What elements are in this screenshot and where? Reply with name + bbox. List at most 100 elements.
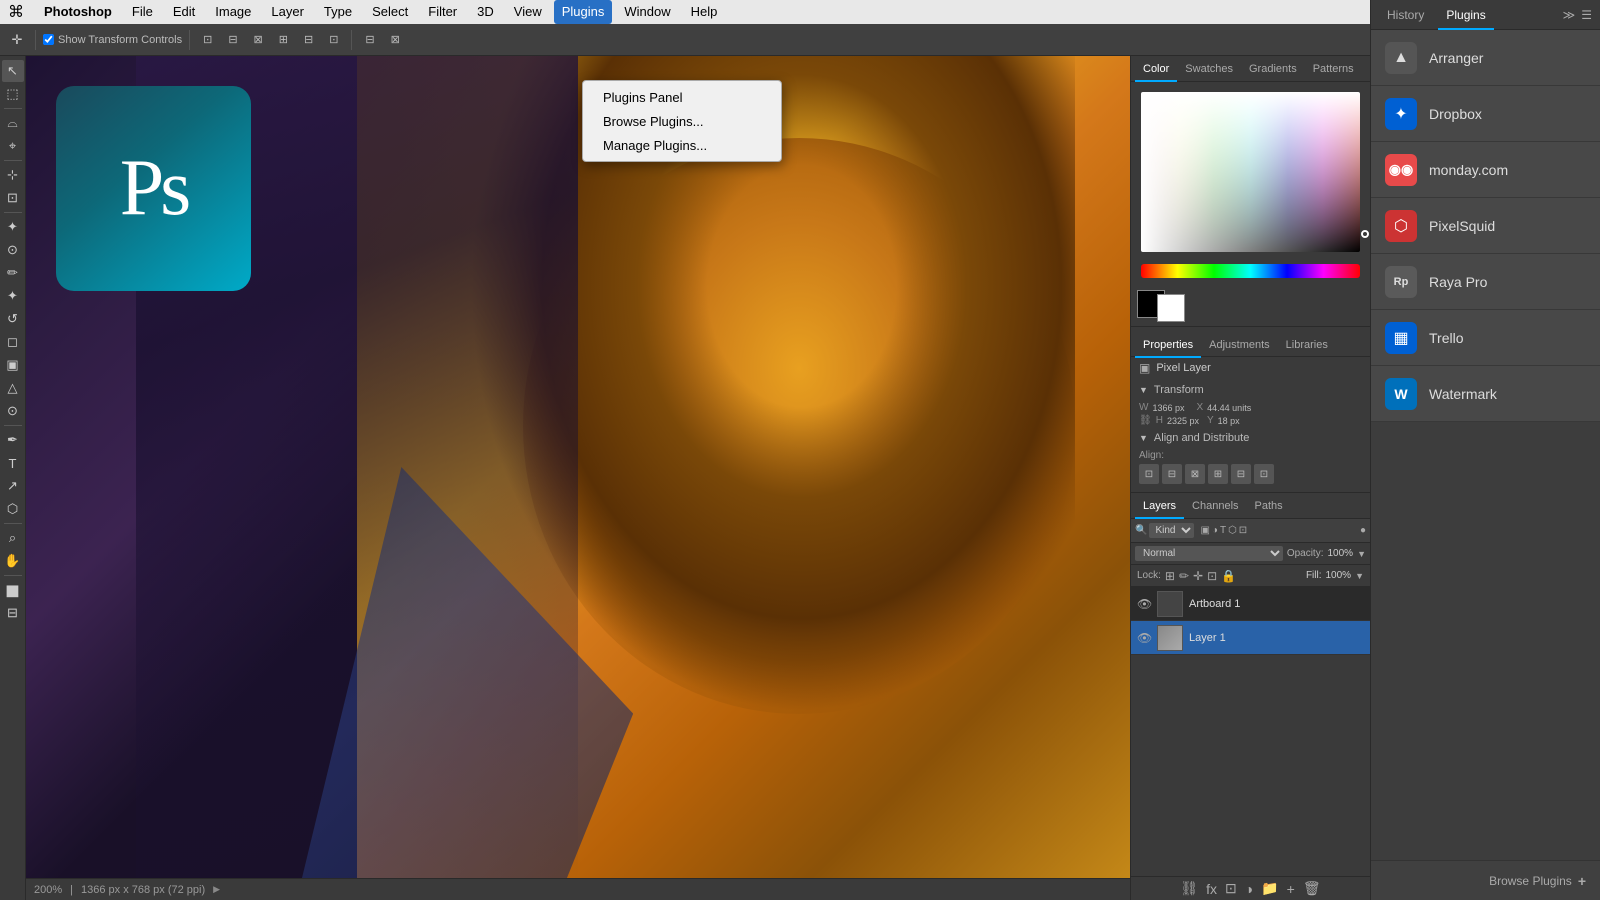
tab-channels[interactable]: Channels (1184, 493, 1246, 519)
tab-properties[interactable]: Properties (1135, 332, 1201, 358)
align-center-h[interactable]: ⊟ (222, 31, 243, 48)
tool-eyedropper[interactable]: ✦ (2, 216, 24, 238)
layer1-visibility[interactable]: 👁 (1137, 631, 1151, 645)
plugin-arranger[interactable]: ▲ Arranger (1371, 30, 1600, 86)
menu-photoshop[interactable]: Photoshop (36, 0, 120, 24)
menu-filter[interactable]: Filter (420, 0, 465, 24)
panel-menu-icon[interactable]: ☰ (1581, 8, 1592, 22)
fill-value[interactable]: 100% (1326, 570, 1352, 581)
align-top-btn[interactable]: ⊞ (1208, 464, 1228, 484)
tab-swatches[interactable]: Swatches (1177, 56, 1241, 82)
dropdown-manage-plugins[interactable]: Manage Plugins... (583, 133, 781, 157)
distribute-v[interactable]: ⊠ (385, 31, 406, 48)
lock-position[interactable]: ✛ (1193, 569, 1203, 583)
lock-all[interactable]: 🔒 (1221, 569, 1236, 583)
layer-artboard-visibility[interactable]: 👁 (1137, 597, 1151, 611)
apple-menu[interactable]: ⌘ (8, 2, 24, 22)
tool-stamp[interactable]: ✦ (2, 285, 24, 307)
browse-plugins-row[interactable]: Browse Plugins + (1371, 860, 1600, 900)
fill-arrow[interactable]: ▼ (1355, 571, 1364, 581)
tab-plugins[interactable]: Plugins (1438, 0, 1493, 30)
lock-artboard[interactable]: ⊡ (1207, 569, 1217, 583)
tool-artboard[interactable]: ⬚ (2, 83, 24, 105)
tool-lasso[interactable]: ⌓ (2, 112, 24, 134)
tool-foreground[interactable]: ◼ (2, 579, 24, 601)
blend-mode-select[interactable]: Normal (1135, 546, 1283, 561)
layer-layer1[interactable]: 👁 Layer 1 (1131, 621, 1370, 655)
tab-libraries[interactable]: Libraries (1278, 332, 1336, 358)
tool-dodge[interactable]: ⊙ (2, 400, 24, 422)
align-right[interactable]: ⊠ (248, 31, 269, 48)
plugin-monday[interactable]: ◉◉ monday.com (1371, 142, 1600, 198)
tool-mode[interactable]: ⊟ (2, 602, 24, 624)
align-left-btn[interactable]: ⊡ (1139, 464, 1159, 484)
tab-patterns[interactable]: Patterns (1305, 56, 1362, 82)
menu-file[interactable]: File (124, 0, 161, 24)
plugin-dropbox[interactable]: ✦ Dropbox (1371, 86, 1600, 142)
menu-3d[interactable]: 3D (469, 0, 502, 24)
plugin-pixelsquid[interactable]: ⬡ PixelSquid (1371, 198, 1600, 254)
align-top[interactable]: ⊞ (273, 31, 294, 48)
tool-crop[interactable]: ⊹ (2, 164, 24, 186)
plugin-rayapro[interactable]: Rp Raya Pro (1371, 254, 1600, 310)
distribute-h[interactable]: ⊟ (359, 31, 380, 48)
tool-history-brush[interactable]: ↺ (2, 308, 24, 330)
add-layer-btn[interactable]: + (1287, 881, 1295, 897)
plugin-trello[interactable]: ▦ Trello (1371, 310, 1600, 366)
lock-image[interactable]: ✏ (1179, 569, 1189, 583)
tool-select[interactable]: ↖ (2, 60, 24, 82)
hue-slider[interactable] (1141, 264, 1360, 278)
menu-window[interactable]: Window (616, 0, 678, 24)
filter-type[interactable]: T (1220, 525, 1226, 536)
tool-blur[interactable]: △ (2, 377, 24, 399)
menu-type[interactable]: Type (316, 0, 360, 24)
toolbar-move[interactable]: ✛ (6, 29, 28, 51)
filter-adjust[interactable]: ◑ (1212, 525, 1218, 536)
plugin-watermark[interactable]: W Watermark (1371, 366, 1600, 422)
layer-artboard1[interactable]: 👁 Artboard 1 (1131, 587, 1370, 621)
tool-gradient[interactable]: ▣ (2, 354, 24, 376)
align-right-btn[interactable]: ⊠ (1185, 464, 1205, 484)
tool-hand[interactable]: ✋ (2, 550, 24, 572)
filter-shape[interactable]: ⬡ (1228, 525, 1237, 536)
tab-color[interactable]: Color (1135, 56, 1177, 82)
menu-view[interactable]: View (506, 0, 550, 24)
align-bottom-btn[interactable]: ⊡ (1254, 464, 1274, 484)
opacity-arrow[interactable]: ▼ (1357, 549, 1366, 559)
filter-dot[interactable]: ● (1360, 525, 1366, 536)
menu-help[interactable]: Help (683, 0, 726, 24)
dropdown-browse-plugins[interactable]: Browse Plugins... (583, 109, 781, 133)
tool-path-select[interactable]: ↗ (2, 475, 24, 497)
tool-shape[interactable]: ⬡ (2, 498, 24, 520)
tool-frame[interactable]: ⊡ (2, 187, 24, 209)
align-header[interactable]: ▼ Align and Distribute (1131, 427, 1370, 449)
align-center-btn[interactable]: ⊟ (1162, 464, 1182, 484)
menu-plugins[interactable]: Plugins (554, 0, 613, 24)
tool-magic[interactable]: ⌖ (2, 135, 24, 157)
tab-paths[interactable]: Paths (1247, 493, 1291, 519)
tool-zoom[interactable]: ⌕ (2, 527, 24, 549)
tool-brush[interactable]: ✏ (2, 262, 24, 284)
delete-layer-btn[interactable]: 🗑 (1303, 880, 1321, 897)
add-style-btn[interactable]: fx (1206, 881, 1217, 897)
tab-adjustments[interactable]: Adjustments (1201, 332, 1278, 358)
transform-controls-check[interactable]: Show Transform Controls (43, 34, 182, 46)
tool-eraser[interactable]: ◻ (2, 331, 24, 353)
align-center-v[interactable]: ⊟ (298, 31, 319, 48)
transform-controls-checkbox[interactable] (43, 34, 54, 45)
menu-image[interactable]: Image (207, 0, 259, 24)
menu-edit[interactable]: Edit (165, 0, 203, 24)
align-vcenter-btn[interactable]: ⊟ (1231, 464, 1251, 484)
add-group-btn[interactable]: 📁 (1261, 880, 1278, 897)
opacity-value[interactable]: 100% (1328, 548, 1354, 559)
tab-layers[interactable]: Layers (1135, 493, 1184, 519)
add-mask-btn[interactable]: ⊡ (1225, 880, 1237, 897)
transform-header[interactable]: ▼ Transform (1131, 379, 1370, 401)
menu-select[interactable]: Select (364, 0, 416, 24)
tool-type[interactable]: T (2, 452, 24, 474)
align-left[interactable]: ⊡ (197, 31, 218, 48)
dropdown-plugins-panel[interactable]: Plugins Panel (583, 85, 781, 109)
tool-pen[interactable]: ✒ (2, 429, 24, 451)
tab-gradients[interactable]: Gradients (1241, 56, 1305, 82)
filter-type-select[interactable]: Kind (1149, 523, 1194, 538)
